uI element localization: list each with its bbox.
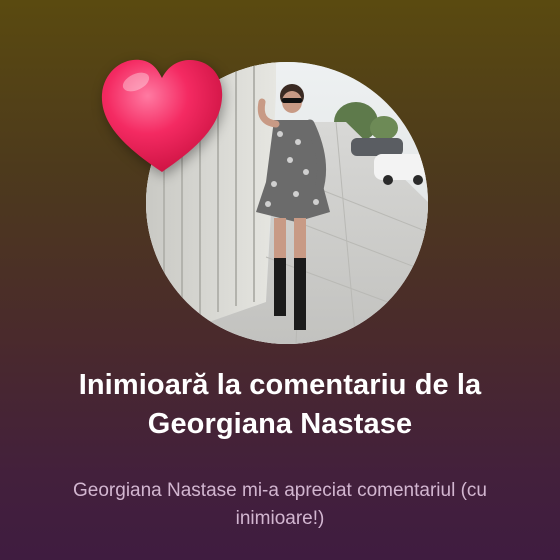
heart-icon: [101, 59, 223, 172]
notification-card: Inimioară la comentariu de la Georgiana …: [0, 0, 560, 560]
notification-subtitle: Georgiana Nastase mi-a apreciat comentar…: [73, 480, 487, 529]
notification-title: Inimioară la comentariu de la Georgiana …: [78, 369, 482, 440]
